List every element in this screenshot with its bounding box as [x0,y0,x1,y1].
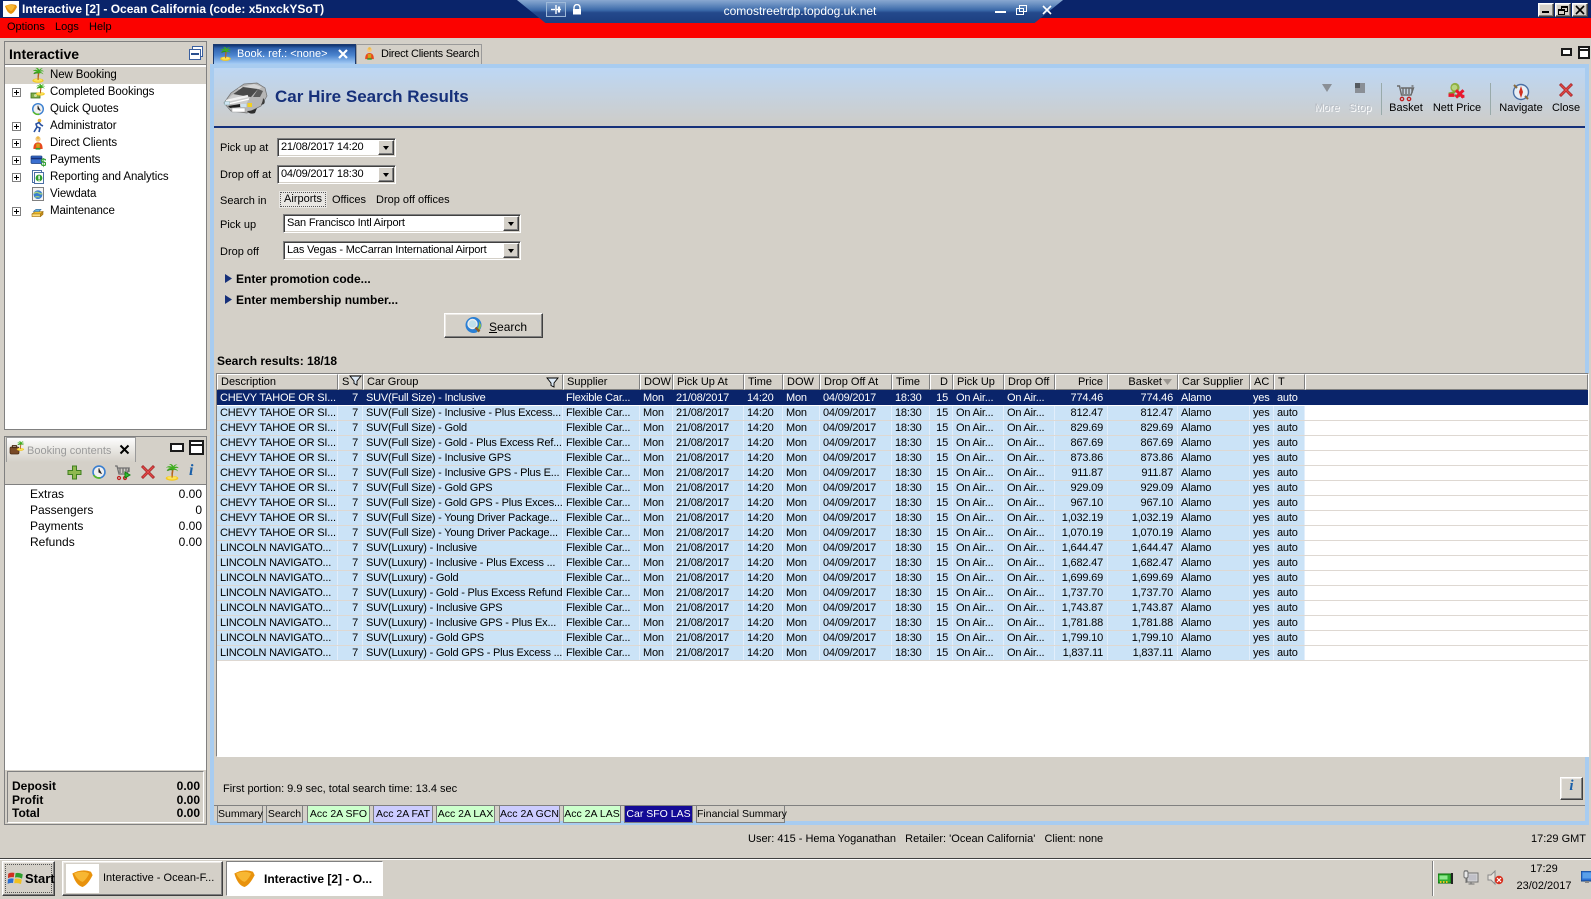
svg-text:$: $ [40,157,46,168]
